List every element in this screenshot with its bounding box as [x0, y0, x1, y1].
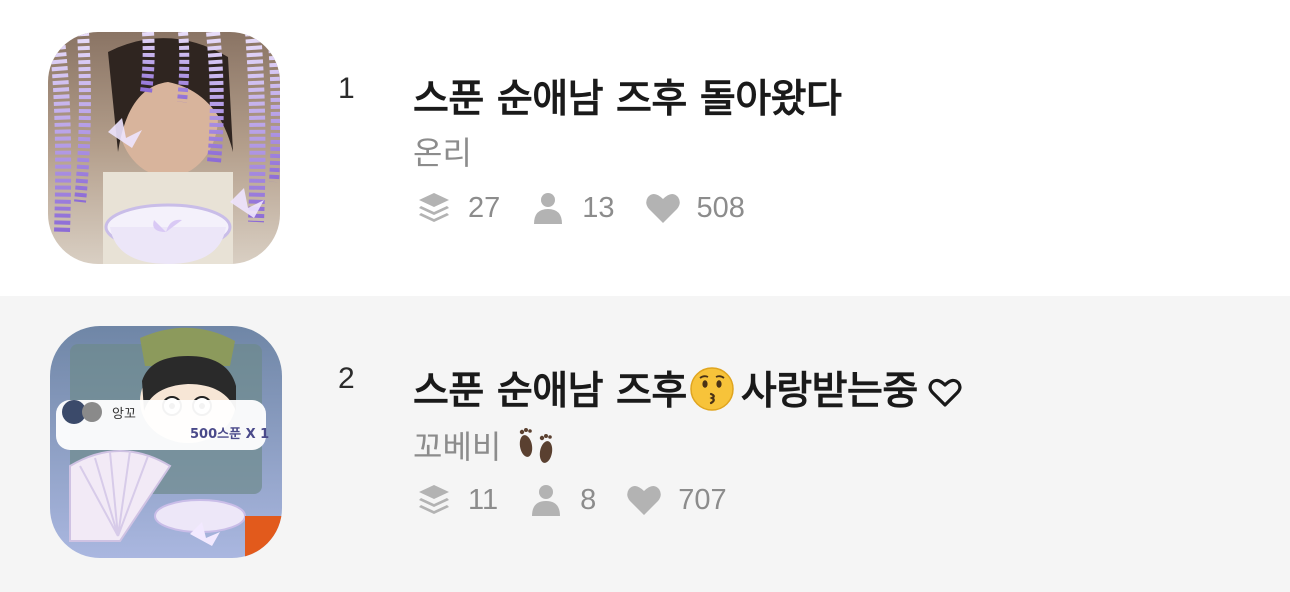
item-stats: 11 8 707 [416, 478, 757, 522]
rank-number: 1 [338, 72, 355, 105]
layers-icon [416, 190, 452, 226]
item-title[interactable]: 스푼 순애남 즈후 돌아왔다 [413, 68, 842, 124]
list-item[interactable]: 앙꼬 500스푼 X 1 2 스푼 순애남 즈후 사랑받는중 꼬베비 11 8 … [0, 296, 1290, 592]
likes-stat: 707 [626, 482, 727, 518]
episodes-count: 27 [468, 191, 501, 224]
likes-count: 508 [696, 191, 745, 224]
cover-thumbnail[interactable]: 앙꼬 500스푼 X 1 [50, 326, 282, 558]
outline-heart-icon [928, 373, 962, 418]
likes-stat: 508 [645, 190, 745, 226]
author-name[interactable]: 온리 [413, 128, 472, 174]
author-name[interactable]: 꼬베비 [413, 422, 559, 476]
heart-icon [626, 482, 662, 518]
episodes-count: 11 [468, 483, 499, 516]
episodes-stat: 27 [416, 190, 500, 226]
footprints-emoji-icon [513, 424, 559, 476]
ranking-list: 1 스푼 순애남 즈후 돌아왔다 온리 27 13 508 앙꼬 500스푼 X… [0, 0, 1290, 592]
cover-thumbnail[interactable] [48, 32, 280, 264]
rank-number: 2 [338, 362, 355, 395]
subscribers-count: 13 [582, 191, 615, 224]
thumb-gift-label: 500스푼 X 1 [190, 427, 269, 442]
kissing-face-emoji-icon [689, 366, 735, 422]
subscribers-count: 8 [580, 483, 597, 516]
likes-count: 707 [678, 483, 727, 516]
episodes-stat: 11 [416, 482, 498, 518]
heart-icon [645, 190, 681, 226]
item-stats: 27 13 508 [416, 186, 775, 230]
person-icon [530, 190, 566, 226]
subscribers-stat: 13 [530, 190, 615, 226]
author-name-text: 꼬베비 [413, 428, 502, 466]
item-title-text: 사랑받는중 [740, 369, 918, 414]
thumb-user-label: 앙꼬 [112, 407, 136, 422]
list-item[interactable]: 1 스푼 순애남 즈후 돌아왔다 온리 27 13 508 [0, 0, 1290, 296]
item-title-text: 스푼 순애남 즈후 [413, 369, 687, 414]
layers-icon [416, 482, 452, 518]
subscribers-stat: 8 [528, 482, 596, 518]
item-title[interactable]: 스푼 순애남 즈후 사랑받는중 [413, 360, 962, 422]
person-icon [528, 482, 564, 518]
